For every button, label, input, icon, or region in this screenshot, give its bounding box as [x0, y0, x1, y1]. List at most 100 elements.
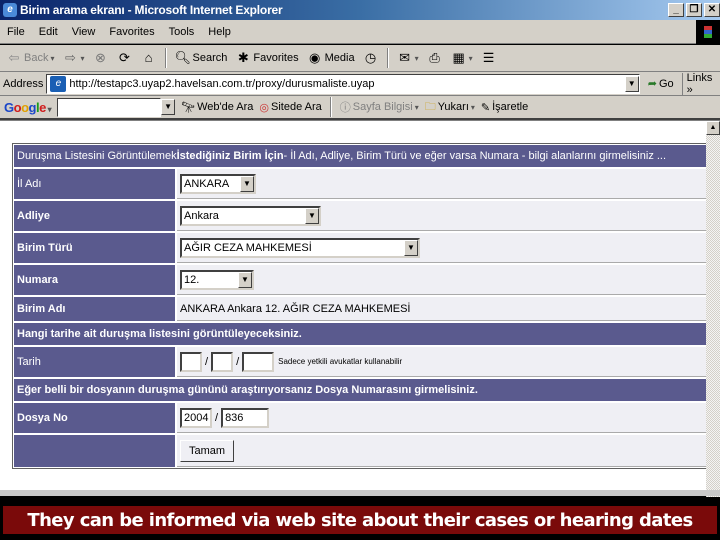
birim-adi-value: ANKARA Ankara 12. AĞIR CEZA MAHKEMESİ	[177, 297, 706, 321]
favorites-star-icon: ✱	[237, 50, 249, 65]
tarih-day-input[interactable]	[180, 351, 202, 372]
file-header-row: Eğer belli bir dosyanın duruşma gününü a…	[14, 379, 706, 403]
close-button[interactable]: ✕	[704, 3, 720, 17]
history-button[interactable]: ◷	[361, 50, 381, 66]
go-label: Go	[658, 77, 674, 90]
il-adi-row: İl Adı ANKARA ▼	[14, 169, 706, 201]
favorites-button[interactable]: ✱ Favorites	[233, 50, 300, 66]
page-info-button[interactable]: ⓘ Sayfa Bilgisi ▾	[340, 99, 419, 115]
refresh-button[interactable]: ⟳	[115, 50, 135, 66]
toolbar-separator	[164, 48, 167, 68]
submit-row: Tamam	[14, 435, 706, 467]
info-icon: ⓘ	[339, 102, 351, 114]
page-icon: e	[50, 75, 67, 92]
birim-turu-label: Birim Türü	[14, 233, 177, 263]
edit-button[interactable]: ▦ ▾	[449, 50, 475, 66]
tarih-month-input[interactable]	[211, 351, 234, 372]
google-logo[interactable]: Google ▾	[4, 100, 52, 115]
links-button[interactable]: Links »	[683, 72, 720, 96]
site-search-label: Sitede Ara	[271, 101, 322, 113]
numara-dropdown-icon[interactable]: ▼	[238, 271, 252, 288]
ie-logo-icon: e	[3, 3, 17, 17]
history-icon: ◷	[364, 50, 377, 65]
forward-dropdown-icon[interactable]: ▾	[80, 54, 84, 63]
tamam-button[interactable]: Tamam	[180, 439, 235, 462]
up-label: Yukarı	[437, 101, 469, 113]
discuss-icon: ☰	[482, 50, 495, 65]
empty-label	[14, 435, 177, 467]
up-button[interactable]: 🗀︎ Yukarı ▾	[425, 98, 475, 117]
birim-turu-dropdown-icon[interactable]: ▼	[404, 239, 418, 256]
google-search-dropdown-icon[interactable]: ▼	[161, 99, 176, 115]
slide-caption: They can be informed via web site about …	[3, 506, 717, 534]
stop-icon: ⊗	[95, 50, 106, 65]
folder-up-icon: 🗀︎	[424, 100, 436, 113]
menu-help[interactable]: Help	[201, 26, 238, 38]
google-search-input[interactable]	[57, 97, 162, 117]
discuss-button[interactable]: ☰	[479, 50, 499, 66]
il-adi-value: ANKARA	[184, 177, 230, 190]
address-input[interactable]: e http://testapc3.uyap2.havelsan.com.tr/…	[46, 73, 640, 94]
dosya-separator: /	[215, 411, 219, 424]
menu-view[interactable]: View	[65, 26, 103, 38]
search-icon: 🔍︎	[174, 50, 192, 65]
dosya-number-input[interactable]: 836	[221, 407, 270, 428]
up-dropdown-icon[interactable]: ▾	[471, 103, 475, 112]
birim-turu-select[interactable]: AĞIR CEZA MAHKEMESİ ▼	[180, 237, 420, 258]
site-search-button[interactable]: ◎ Sitede Ara	[259, 101, 321, 114]
numara-value: 12.	[184, 273, 200, 286]
go-button[interactable]: ➦ Go	[640, 72, 683, 95]
mail-icon: ✉	[399, 50, 411, 65]
media-label: Media	[324, 52, 355, 64]
tarih-year-input[interactable]	[242, 351, 275, 372]
tarih-note: Sadece yetkili avukatlar kullanabilir	[278, 357, 403, 366]
menu-file[interactable]: File	[0, 26, 32, 38]
il-adi-select[interactable]: ANKARA ▼	[180, 173, 256, 194]
intro-text: Duruşma Listesini Görüntülemek İstediğin…	[14, 145, 706, 167]
minimize-button[interactable]: _	[668, 3, 684, 17]
address-label: Address	[3, 77, 44, 90]
home-button[interactable]: ⌂	[139, 50, 159, 66]
back-button[interactable]: ⇦ Back ▾	[4, 50, 56, 66]
dosya-year-input[interactable]: 2004	[180, 407, 212, 428]
numara-select[interactable]: 12. ▼	[180, 269, 254, 290]
highlight-button[interactable]: ✎ İşaretle	[481, 101, 528, 114]
home-icon: ⌂	[144, 50, 153, 65]
restore-button[interactable]: ❐	[686, 3, 702, 17]
menu-edit[interactable]: Edit	[32, 26, 65, 38]
address-url[interactable]: http://testapc3.uyap2.havelsan.com.tr/pr…	[69, 78, 624, 90]
print-button[interactable]: ⎙	[425, 50, 445, 66]
highlight-label: İşaretle	[492, 101, 529, 113]
date-separator: /	[205, 355, 209, 368]
dosya-no-row: Dosya No 2004 / 836	[14, 403, 706, 435]
edit-dropdown-icon[interactable]: ▾	[469, 54, 473, 63]
menu-bar: File Edit View Favorites Tools Help	[0, 20, 720, 44]
window-title: Birim arama ekranı - Microsoft Internet …	[20, 3, 283, 17]
forward-arrow-icon: ⇨	[65, 50, 76, 65]
stop-button[interactable]: ⊗	[91, 50, 111, 66]
adliye-select[interactable]: Ankara ▼	[180, 205, 321, 226]
date-separator: /	[236, 355, 240, 368]
scroll-up-arrow-icon[interactable]: ▲	[706, 121, 720, 135]
il-adi-dropdown-icon[interactable]: ▼	[240, 175, 254, 192]
search-button[interactable]: 🔍︎ Search	[173, 50, 230, 66]
intro-text-bold: İstediğiniz Birim İçin	[176, 150, 284, 162]
address-dropdown-icon[interactable]: ▼	[624, 75, 639, 92]
menu-favorites[interactable]: Favorites	[102, 26, 161, 38]
adliye-dropdown-icon[interactable]: ▼	[305, 207, 319, 224]
edit-page-icon: ▦	[452, 50, 465, 65]
web-search-button[interactable]: 🔭︎ Web'de Ara	[181, 101, 253, 114]
vertical-scrollbar[interactable]: ▲	[706, 121, 720, 497]
menu-tools[interactable]: Tools	[162, 26, 202, 38]
forward-button[interactable]: ⇨ ▾	[60, 50, 86, 66]
media-button[interactable]: ◉ Media	[305, 50, 357, 66]
tarih-row: Tarih / / Sadece yetkili avukatlar kulla…	[14, 347, 706, 379]
birim-turu-value: AĞIR CEZA MAHKEMESİ	[184, 241, 312, 254]
back-dropdown-icon[interactable]: ▾	[50, 54, 54, 63]
mail-dropdown-icon[interactable]: ▾	[415, 54, 419, 63]
mail-button[interactable]: ✉ ▾	[395, 50, 421, 66]
page-info-dropdown-icon[interactable]: ▾	[415, 103, 419, 112]
binoculars-icon: 🔭︎	[181, 101, 196, 114]
refresh-icon: ⟳	[119, 50, 130, 65]
address-bar: Address e http://testapc3.uyap2.havelsan…	[0, 72, 720, 96]
